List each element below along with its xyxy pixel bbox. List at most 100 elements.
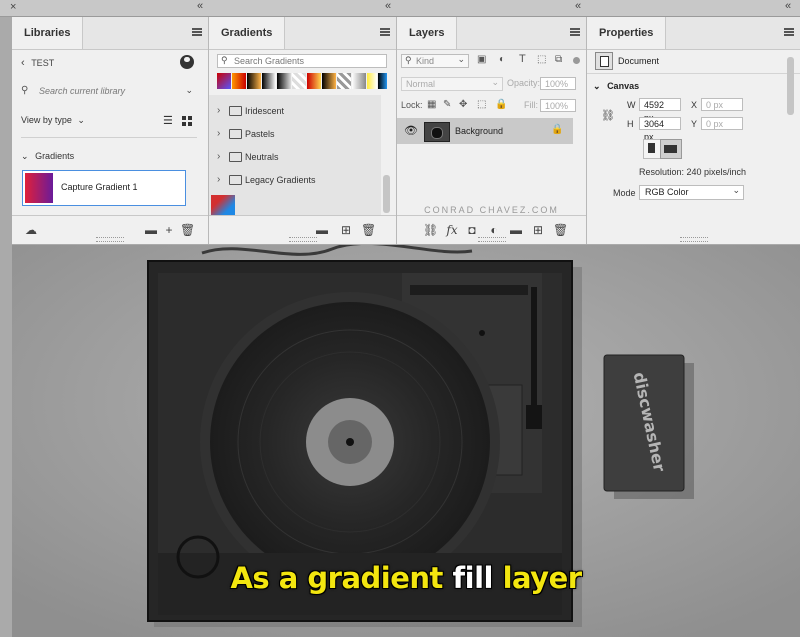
folder-icon — [229, 129, 242, 139]
add-icon[interactable]: + — [162, 223, 176, 237]
document-canvas[interactable]: discwasher As a gradient fill layer — [12, 245, 800, 637]
adjustment-icon[interactable]: ◐ — [487, 223, 501, 237]
opacity-value: 100% — [545, 79, 569, 89]
section-label: Gradients — [35, 151, 75, 161]
resize-grip[interactable] — [288, 237, 317, 242]
width-input[interactable]: 4592 px — [639, 98, 681, 123]
layers-panel: Layers ⚲ Kind ⌄ ▣ ◐ T ⬚ ⧉ Normal ⌄ Opaci… — [397, 17, 587, 244]
color-mode-value: RGB Color — [645, 187, 689, 197]
gradient-swatch[interactable] — [211, 195, 235, 217]
height-label: H — [627, 119, 634, 129]
brush-icon[interactable]: ✎ — [443, 99, 451, 110]
gradient-folder-legacy[interactable]: › Legacy Gradients — [217, 170, 397, 190]
cloud-icon[interactable]: ☁ — [24, 223, 38, 237]
y-input[interactable]: 0 px — [701, 117, 743, 130]
resize-grip[interactable] — [96, 237, 124, 242]
folder-icon[interactable]: ▬ — [509, 223, 523, 237]
grid-view-icon[interactable] — [182, 116, 192, 126]
gradient-search-placeholder: Search Gradients — [234, 56, 305, 66]
smart-object-filter-icon[interactable]: ⧉ — [555, 54, 562, 65]
color-mode-select[interactable]: RGB Color ⌄ — [639, 185, 744, 200]
trash-icon[interactable]: 🗑 — [361, 223, 376, 237]
panel-menu-icon[interactable] — [192, 28, 202, 36]
library-search-placeholder: Search current library — [39, 86, 126, 96]
caption-overlay: As a gradient fill layer — [12, 561, 800, 595]
link-icon[interactable]: ⛓ — [423, 223, 438, 237]
eye-icon[interactable]: 👁 — [404, 124, 418, 137]
library-search-field[interactable]: ⚲ Search current library ⌄ — [21, 85, 193, 101]
collapse-icon[interactable]: « — [785, 0, 791, 12]
pixel-filter-icon[interactable]: ▣ — [477, 54, 486, 65]
tab-libraries[interactable]: Libraries — [12, 17, 84, 49]
trash-icon[interactable]: 🗑 — [180, 223, 195, 237]
trash-icon[interactable]: 🗑 — [553, 223, 568, 237]
layer-row-background[interactable]: 👁 Background 🔒 — [397, 118, 573, 144]
chevron-down-icon[interactable]: ⌄ — [185, 85, 193, 96]
library-item-gradient[interactable]: Capture Gradient 1 — [22, 170, 186, 206]
new-gradient-icon[interactable]: ⊞ — [339, 223, 353, 237]
gradients-tabbar: Gradients — [209, 17, 396, 50]
x-label: X — [691, 100, 698, 110]
gradient-search-input[interactable]: ⚲ Search Gradients — [217, 54, 387, 68]
type-filter-icon[interactable]: T — [519, 53, 526, 65]
resize-grip[interactable] — [477, 237, 506, 242]
collapse-icon[interactable]: « — [575, 0, 581, 12]
collapse-icon[interactable]: « — [197, 0, 203, 12]
gradient-folder-neutrals[interactable]: › Neutrals — [217, 147, 397, 167]
folder-icon[interactable]: ▬ — [315, 223, 329, 237]
new-layer-icon[interactable]: ⊞ — [531, 223, 545, 237]
opacity-input[interactable]: 100% — [540, 77, 576, 90]
fx-icon[interactable]: fx — [445, 223, 459, 237]
libraries-tabbar: Libraries — [12, 17, 208, 50]
close-dock-icon[interactable]: × — [10, 1, 16, 13]
scrollbar-thumb[interactable] — [383, 175, 390, 213]
collapse-icon[interactable]: « — [385, 0, 391, 12]
section-label: Canvas — [607, 81, 640, 91]
blend-mode-select[interactable]: Normal ⌄ — [401, 77, 503, 91]
portrait-orientation-button[interactable] — [643, 139, 661, 159]
lock-transparency-icon[interactable]: ▦ — [427, 99, 436, 110]
adjustment-filter-icon[interactable]: ◐ — [499, 54, 505, 65]
caption-text-2: fill — [452, 561, 494, 595]
view-by-type-dropdown[interactable]: View by type ⌄ — [21, 115, 85, 126]
panel-menu-icon[interactable] — [570, 28, 580, 36]
scrollbar-thumb[interactable] — [787, 57, 794, 115]
canvas-section-header[interactable]: ⌄ Canvas — [593, 81, 639, 92]
kind-label: Kind — [416, 56, 435, 66]
fill-label: Fill: — [524, 100, 538, 110]
user-share-icon[interactable] — [180, 55, 194, 69]
fill-input[interactable]: 100% — [540, 99, 576, 112]
panel-menu-icon[interactable] — [380, 28, 390, 36]
layer-name: Background — [455, 126, 504, 136]
folder-icon — [229, 175, 242, 185]
chevron-right-icon: › — [217, 105, 221, 116]
folder-icon[interactable]: ▬ — [144, 223, 158, 237]
shape-filter-icon[interactable]: ⬚ — [537, 54, 546, 65]
lock-icon[interactable]: 🔒 — [495, 99, 507, 110]
gradients-section-header[interactable]: ⌄ Gradients — [21, 151, 74, 162]
panel-menu-icon[interactable] — [784, 28, 794, 36]
gradient-folder-iridescent[interactable]: › Iridescent — [217, 101, 397, 121]
folder-icon — [229, 106, 242, 116]
recent-gradients-strip[interactable] — [217, 73, 387, 89]
gradients-footer: ▬ ⊞ 🗑 — [209, 215, 396, 244]
resize-grip[interactable] — [679, 237, 708, 242]
tab-gradients[interactable]: Gradients — [209, 17, 286, 49]
height-input[interactable]: 3064 px — [639, 117, 681, 142]
tab-properties[interactable]: Properties — [587, 17, 667, 49]
artboard-icon[interactable]: ⬚ — [477, 99, 486, 110]
gradients-panel: Gradients ⚲ Search Gradients › Iridescen… — [209, 17, 397, 244]
move-icon[interactable]: ✥ — [459, 99, 467, 110]
mask-icon[interactable]: ◘ — [465, 223, 479, 237]
filter-kind-select[interactable]: ⚲ Kind ⌄ — [401, 54, 469, 68]
tab-layers[interactable]: Layers — [397, 17, 458, 49]
link-icon[interactable]: ⛓ — [601, 109, 615, 122]
properties-tabbar: Properties — [587, 17, 800, 50]
library-back[interactable]: ‹ TEST — [21, 57, 54, 69]
x-input[interactable]: 0 px — [701, 98, 743, 111]
width-label: W — [627, 100, 636, 110]
landscape-orientation-button[interactable] — [660, 139, 682, 159]
filter-toggle-icon[interactable] — [573, 57, 580, 64]
gradient-folder-pastels[interactable]: › Pastels — [217, 124, 397, 144]
sort-icon[interactable]: ☰ — [163, 114, 173, 127]
